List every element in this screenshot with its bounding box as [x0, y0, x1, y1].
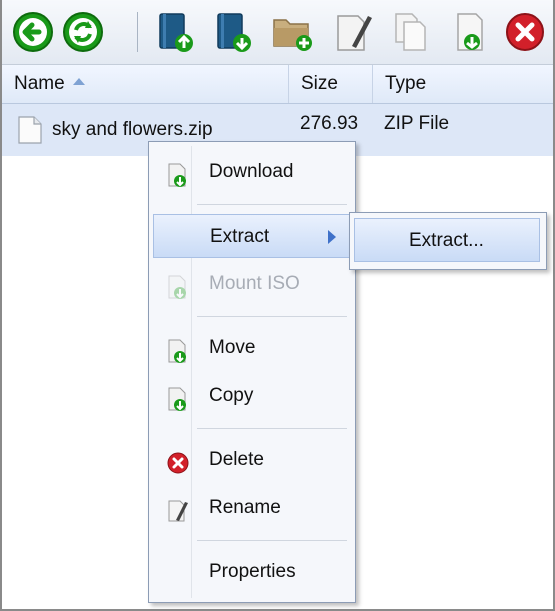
sort-ascending-icon: [72, 78, 85, 86]
zip-file-icon: [18, 116, 42, 144]
menu-item-move[interactable]: Move: [153, 326, 351, 370]
menu-item-label: Properties: [209, 561, 296, 582]
context-menu: Download Extract Mount ISO Move Copy Del…: [148, 141, 356, 603]
toolbar-separator: [137, 12, 138, 52]
menu-item-extract[interactable]: Extract: [153, 214, 351, 258]
rename-icon: [167, 496, 189, 522]
back-icon[interactable]: [12, 10, 54, 54]
column-size-label: Size: [301, 73, 338, 94]
menu-item-mount-iso: Mount ISO: [153, 262, 351, 306]
rename-icon[interactable]: [332, 10, 374, 54]
menu-item-label: Mount ISO: [209, 273, 300, 294]
download-icon: [167, 160, 189, 187]
menu-separator: [197, 204, 347, 205]
new-folder-icon[interactable]: [272, 10, 314, 54]
move-icon: [167, 336, 189, 363]
menu-item-copy[interactable]: Copy: [153, 374, 351, 418]
delete-icon: [167, 448, 189, 474]
menu-item-rename[interactable]: Rename: [153, 486, 351, 530]
menu-separator: [197, 316, 347, 317]
file-type: ZIP File: [384, 113, 450, 134]
menu-item-label: Move: [209, 337, 256, 358]
new-file-icon[interactable]: [450, 10, 492, 54]
column-name-label: Name: [14, 73, 65, 94]
extract-submenu: Extract...: [349, 212, 547, 270]
column-header: Name Size Type: [2, 65, 553, 104]
menu-item-label: Delete: [209, 449, 264, 470]
menu-item-properties[interactable]: Properties: [153, 550, 351, 594]
mount-iso-icon: [167, 272, 189, 299]
column-type-label: Type: [385, 73, 427, 94]
column-header-name[interactable]: Name: [2, 65, 289, 103]
menu-item-download[interactable]: Download: [153, 150, 351, 194]
refresh-icon[interactable]: [62, 10, 104, 54]
submenu-arrow-icon: [328, 230, 336, 244]
copy-icon: [167, 384, 189, 411]
menu-item-label: Rename: [209, 497, 281, 518]
menu-item-delete[interactable]: Delete: [153, 438, 351, 482]
menu-item-label: Extract: [210, 226, 270, 247]
menu-item-label: Download: [209, 161, 294, 182]
menu-separator: [197, 428, 347, 429]
menu-item-extract-dialog[interactable]: Extract...: [354, 218, 540, 262]
toolbar: [2, 0, 553, 65]
download-icon[interactable]: [212, 10, 254, 54]
upload-icon[interactable]: [154, 10, 196, 54]
delete-icon[interactable]: [504, 10, 546, 54]
menu-item-label: Copy: [209, 385, 254, 406]
menu-separator: [197, 540, 347, 541]
menu-item-label: Extract...: [409, 230, 484, 251]
copy-icon[interactable]: [390, 10, 432, 54]
